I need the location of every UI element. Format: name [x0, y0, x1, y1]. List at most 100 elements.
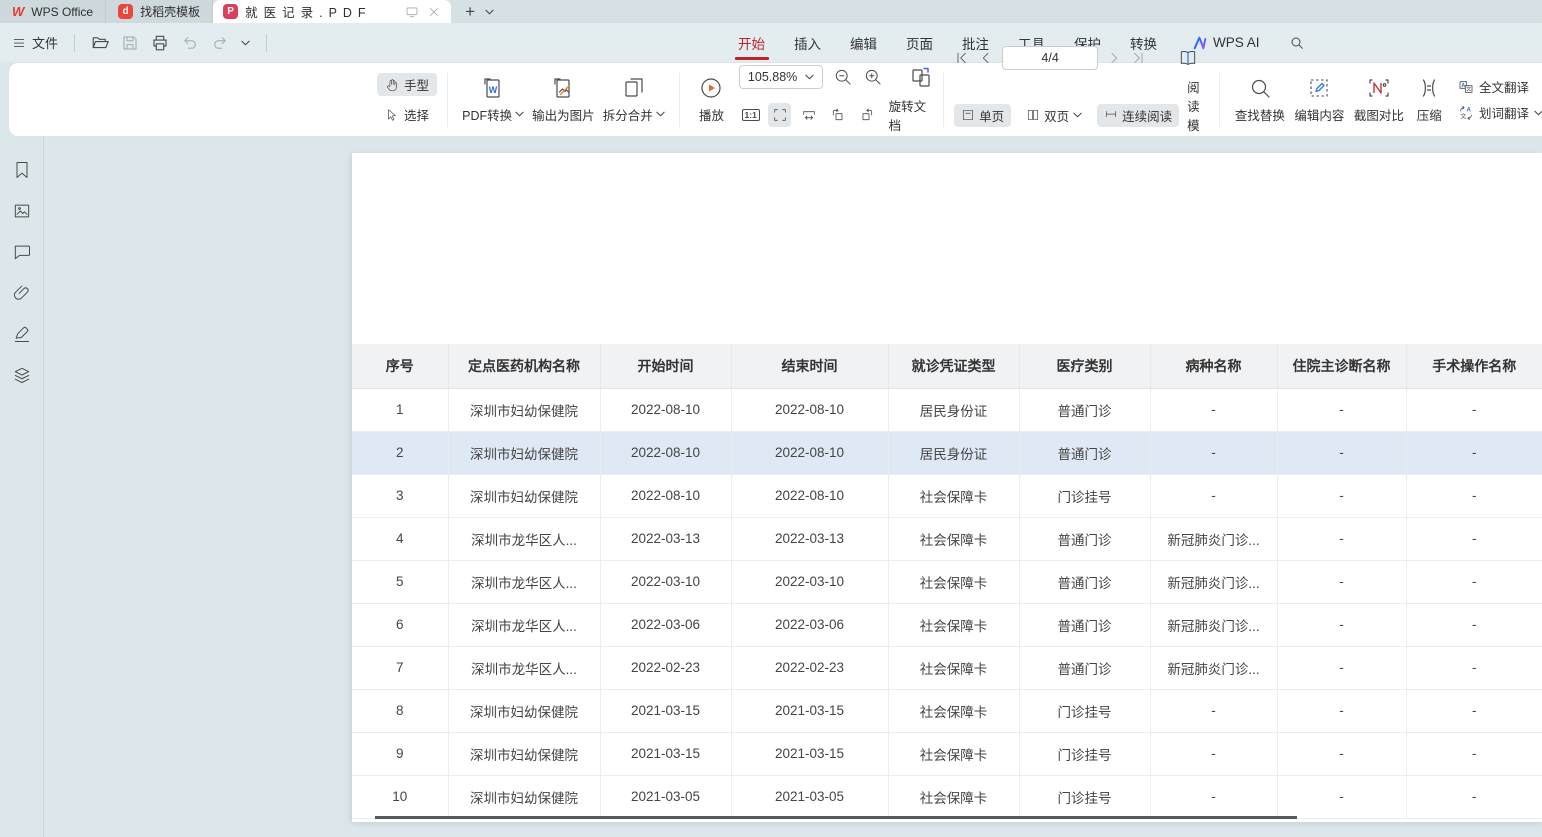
full-text-translate-button[interactable]: A文 全文翻译: [1458, 77, 1542, 96]
table-cell: 2021-03-15: [731, 689, 888, 732]
pdf-convert-button[interactable]: W PDF转换: [458, 76, 528, 124]
tab-wps-home[interactable]: W WPS Office: [0, 0, 106, 23]
previous-page-icon[interactable]: [978, 50, 994, 66]
thumbnails-panel-button[interactable]: [11, 200, 33, 222]
zoom-level-select[interactable]: 105.88%: [739, 65, 823, 89]
table-cell: 2022-03-10: [731, 560, 888, 603]
rotate-doc-label[interactable]: 旋转文档: [889, 96, 933, 134]
continuous-reading-button[interactable]: 连续阅读: [1097, 104, 1179, 127]
table-cell: 2021-03-15: [600, 732, 731, 775]
word-translate-button[interactable]: A文 划词翻译: [1458, 103, 1542, 122]
new-tab-button[interactable]: +: [465, 3, 475, 20]
menu-item[interactable]: 编辑: [850, 23, 877, 62]
edit-content-label: 编辑内容: [1294, 105, 1344, 124]
table-header-cell: 开始时间: [600, 344, 731, 388]
save-icon[interactable]: [121, 34, 139, 52]
table-cell: 深圳市妇幼保健院: [448, 388, 600, 431]
close-tab-icon[interactable]: [427, 5, 441, 19]
hamburger-icon: [12, 36, 26, 50]
table-header-cell: 定点医药机构名称: [448, 344, 600, 388]
tab-list-chevron-icon[interactable]: [485, 9, 494, 15]
zoom-out-icon[interactable]: [833, 67, 853, 87]
table-cell: 2021-03-05: [731, 775, 888, 818]
pdf-page: 序号定点医药机构名称开始时间结束时间就诊凭证类型医疗类别病种名称住院主诊断名称手…: [352, 153, 1542, 822]
signature-panel-button[interactable]: [11, 323, 33, 345]
play-button[interactable]: 播放: [690, 76, 733, 124]
table-cell: -: [1277, 689, 1406, 732]
table-cell: 社会保障卡: [888, 474, 1019, 517]
menu-bar: 文件 开始插入编辑页面批注工具保护转换 WPS AI: [0, 23, 1542, 62]
bookmarks-panel-button[interactable]: [11, 159, 33, 181]
table-cell: 1: [352, 388, 448, 431]
table-row: 4深圳市龙华区人...2022-03-132022-03-13社会保障卡普通门诊…: [352, 517, 1542, 560]
tab-docer-templates[interactable]: d 找稻壳模板: [106, 0, 213, 23]
double-page-button[interactable]: 双页: [1019, 104, 1089, 127]
find-replace-icon: [1248, 76, 1272, 100]
select-tool-button[interactable]: 选择: [377, 103, 437, 126]
table-cell: -: [1406, 646, 1542, 689]
tab-document-active[interactable]: P 就医记录.PDF: [213, 0, 451, 23]
read-mode-icon: [1178, 48, 1198, 68]
print-icon[interactable]: [151, 34, 169, 52]
quick-access-chevron-icon[interactable]: [241, 40, 250, 46]
single-page-button[interactable]: 单页: [954, 104, 1011, 127]
double-page-icon: [1026, 108, 1040, 122]
rotate-left-button[interactable]: [826, 103, 849, 127]
table-cell: 2022-08-10: [600, 388, 731, 431]
svg-text:文: 文: [1460, 112, 1466, 120]
page-number-input[interactable]: 4/4: [1002, 46, 1098, 70]
table-cell: -: [1406, 603, 1542, 646]
table-cell: 2022-03-13: [731, 517, 888, 560]
wps-logo-icon: W: [12, 4, 24, 19]
open-file-icon[interactable]: [91, 34, 109, 52]
table-cell: 新冠肺炎门诊...: [1150, 560, 1277, 603]
last-page-icon[interactable]: [1130, 50, 1146, 66]
signature-pen-icon: [12, 324, 32, 344]
replace-pages-icon[interactable]: [909, 65, 933, 89]
next-page-icon[interactable]: [1106, 50, 1122, 66]
fit-width-button[interactable]: [797, 103, 820, 127]
compress-icon: [1417, 76, 1441, 100]
table-cell: -: [1406, 431, 1542, 474]
layers-icon: [12, 365, 32, 385]
menu-item[interactable]: 插入: [794, 23, 821, 62]
split-merge-button[interactable]: 拆分合并: [599, 76, 669, 124]
window-tab-bar: W WPS Office d 找稻壳模板 P 就医记录.PDF +: [0, 0, 1542, 23]
redo-icon[interactable]: [211, 34, 229, 52]
rotate-right-button[interactable]: [856, 103, 879, 127]
comments-panel-button[interactable]: [11, 241, 33, 263]
zoom-in-icon[interactable]: [863, 67, 883, 87]
divider: [74, 34, 75, 52]
actual-size-button[interactable]: 1:1: [739, 103, 762, 127]
table-cell: -: [1406, 560, 1542, 603]
table-cell: 6: [352, 603, 448, 646]
screenshot-compare-button[interactable]: 截图对比: [1349, 76, 1408, 124]
find-replace-button[interactable]: 查找替换: [1230, 76, 1289, 124]
menu-search-button[interactable]: [1289, 35, 1305, 51]
compress-button[interactable]: 压缩: [1409, 76, 1450, 124]
wps-ai-label: WPS AI: [1213, 35, 1260, 50]
table-cell: 2022-03-13: [600, 517, 731, 560]
edit-content-icon: [1307, 76, 1331, 100]
wps-pdf-window: W WPS Office d 找稻壳模板 P 就医记录.PDF + 文件: [0, 0, 1542, 837]
table-cell: 2022-03-06: [600, 603, 731, 646]
cursor-arrow-icon: [385, 108, 399, 122]
full-translate-icon: A文: [1458, 79, 1474, 95]
menu-item[interactable]: 开始: [738, 23, 765, 62]
menu-item[interactable]: 页面: [906, 23, 933, 62]
table-row: 8深圳市妇幼保健院2021-03-152021-03-15社会保障卡门诊挂号--…: [352, 689, 1542, 732]
layers-panel-button[interactable]: [11, 364, 33, 386]
table-cell: 门诊挂号: [1019, 732, 1150, 775]
file-menu-button[interactable]: 文件: [12, 33, 58, 52]
export-as-image-button[interactable]: 输出为图片: [528, 76, 598, 124]
hand-tool-button[interactable]: 手型: [377, 73, 437, 96]
undo-icon[interactable]: [181, 34, 199, 52]
first-page-icon[interactable]: [954, 50, 970, 66]
file-menu-label: 文件: [32, 33, 58, 52]
table-cell: 社会保障卡: [888, 560, 1019, 603]
table-cell: 2022-08-10: [600, 474, 731, 517]
share-to-screen-icon[interactable]: [405, 5, 419, 19]
fit-page-button[interactable]: [768, 103, 791, 127]
edit-content-button[interactable]: 编辑内容: [1290, 76, 1349, 124]
attachments-panel-button[interactable]: [11, 282, 33, 304]
